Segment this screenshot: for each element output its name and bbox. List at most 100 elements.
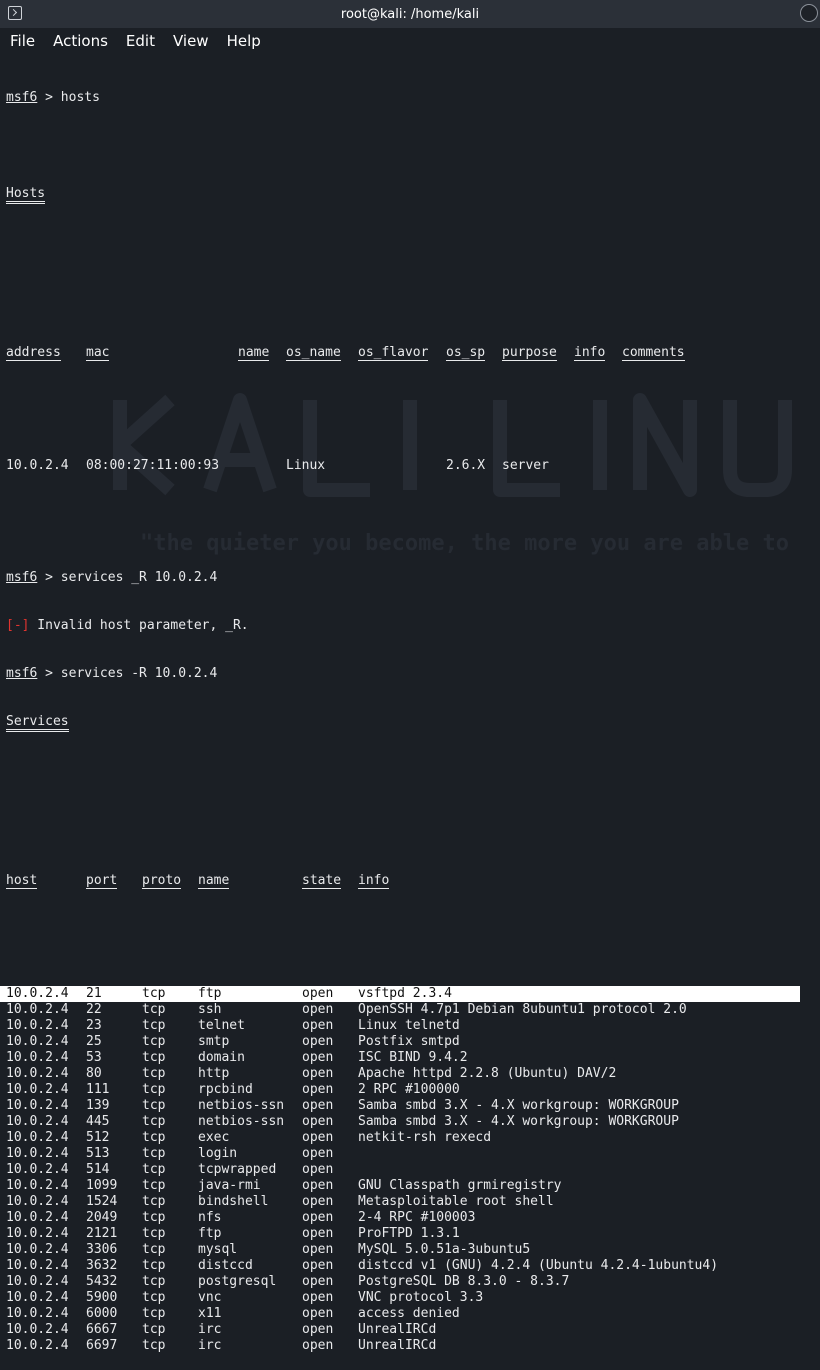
menu-view[interactable]: View	[163, 32, 217, 50]
table-cell: access denied	[358, 1306, 460, 1321]
table-cell: tcp	[142, 1322, 166, 1337]
table-cell: Linux telnetd	[358, 1018, 460, 1033]
section-title: Services	[6, 714, 820, 732]
table-cell: distccd	[198, 1258, 253, 1273]
table-cell: java-rmi	[198, 1178, 261, 1193]
table-cell: 1524	[86, 1194, 118, 1209]
table-cell: 5900	[86, 1290, 118, 1305]
table-row: 10.0.2.4 6667 tcp irc open UnrealIRCd	[6, 1322, 820, 1338]
column-header: proto	[142, 873, 182, 889]
table-cell: open	[302, 1146, 334, 1161]
services-table: 10.0.2.4 21 tcp ftp open vsftpd 2.3.4 10.0.2.4…	[0, 986, 820, 1354]
table-cell: 10.0.2.4	[6, 1018, 69, 1033]
table-cell: tcp	[142, 1290, 166, 1305]
table-cell: exec	[198, 1130, 230, 1145]
menu-bar: File Actions Edit View Help	[0, 28, 820, 54]
table-cell: telnet	[198, 1018, 245, 1033]
table-cell: 2 RPC #100000	[358, 1082, 460, 1097]
table-row: 10.0.2.4 2121 tcp ftp open ProFTPD 1.3.1	[6, 1226, 820, 1242]
table-cell: 10.0.2.4	[6, 1338, 69, 1353]
column-header: info	[574, 345, 606, 361]
column-header: purpose	[502, 345, 557, 361]
menu-file[interactable]: File	[0, 32, 43, 50]
table-cell: tcp	[142, 1226, 166, 1241]
table-row: 10.0.2.4 512 tcp exec open netkit-rsh rexecd	[6, 1130, 820, 1146]
table-cell: tcp	[142, 1114, 166, 1129]
table-cell: 10.0.2.4	[6, 1082, 69, 1097]
table-row: 10.0.2.4 25 tcp smtp open Postfix smtpd	[6, 1034, 820, 1050]
error-tag: [-]	[6, 618, 30, 633]
table-row: 10.0.2.4 6000 tcp x11 open access denied	[6, 1306, 820, 1322]
table-cell: 3306	[86, 1242, 118, 1257]
table-cell: tcp	[142, 1034, 166, 1049]
table-cell: 23	[86, 1018, 102, 1033]
error-line: [-] Invalid host parameter, _R.	[6, 618, 820, 634]
terminal-icon[interactable]	[8, 6, 22, 20]
table-cell: postgresql	[198, 1274, 277, 1289]
menu-actions[interactable]: Actions	[43, 32, 116, 50]
table-cell: open	[302, 1082, 334, 1097]
table-row: 10.0.2.4 22 tcp ssh open OpenSSH 4.7p1 Debian…	[6, 1002, 820, 1018]
table-cell: 10.0.2.4	[6, 1194, 69, 1209]
table-cell: ssh	[198, 1002, 222, 1017]
table-cell: 512	[86, 1130, 110, 1145]
command-text: > hosts	[37, 90, 100, 105]
table-cell: open	[302, 1290, 334, 1305]
table-cell: 10.0.2.4	[6, 1146, 69, 1161]
table-cell: open	[302, 1098, 334, 1113]
window-control-button[interactable]	[800, 4, 818, 22]
column-header: os_sp	[446, 345, 486, 361]
terminal-output[interactable]: msf6 > hosts Hosts address mac name os_n…	[0, 58, 820, 1370]
table-cell: tcp	[142, 1050, 166, 1065]
command-text: > services -R 10.0.2.4	[37, 666, 218, 681]
table-cell: UnrealIRCd	[358, 1338, 437, 1353]
table-cell: open	[302, 1322, 334, 1337]
table-cell: netbios-ssn	[198, 1114, 285, 1129]
table-row: 10.0.2.4 3306 tcp mysql open MySQL 5.0.51a-3u…	[6, 1242, 820, 1258]
command-line: msf6 > services -R 10.0.2.4	[6, 666, 820, 682]
column-header: address	[6, 345, 61, 361]
table-cell: 10.0.2.4	[6, 1258, 69, 1273]
column-header: os_flavor	[358, 345, 429, 361]
menu-help[interactable]: Help	[217, 32, 269, 50]
table-cell: bindshell	[198, 1194, 269, 1209]
table-cell: 6667	[86, 1322, 118, 1337]
table-row: 10.0.2.4 80 tcp http open Apache httpd 2.2.8 …	[6, 1066, 820, 1082]
services-header-row: host port proto name state info	[6, 874, 820, 890]
table-cell: 3632	[86, 1258, 118, 1273]
table-cell: tcp	[142, 1018, 166, 1033]
prompt: msf6	[6, 90, 38, 105]
table-cell: Samba smbd 3.X - 4.X workgroup: WORKGROU…	[358, 1098, 679, 1113]
table-cell: nfs	[198, 1210, 222, 1225]
table-cell: open	[302, 1338, 334, 1353]
table-cell: 2-4 RPC #100003	[358, 1210, 476, 1225]
table-cell: open	[302, 1226, 334, 1241]
table-cell: tcp	[142, 1242, 166, 1257]
error-message: Invalid host parameter, _R.	[29, 618, 249, 633]
table-cell: UnrealIRCd	[358, 1322, 437, 1337]
table-cell: tcp	[142, 1098, 166, 1113]
table-cell: open	[302, 1242, 334, 1257]
table-cell: domain	[198, 1050, 245, 1065]
table-cell: http	[198, 1066, 230, 1081]
table-cell: open	[302, 986, 334, 1001]
table-cell: tcp	[142, 1178, 166, 1193]
table-cell: tcp	[142, 1082, 166, 1097]
table-cell: mysql	[198, 1242, 238, 1257]
column-header: info	[358, 873, 390, 889]
table-cell: 5432	[86, 1274, 118, 1289]
menu-edit[interactable]: Edit	[116, 32, 163, 50]
table-cell: rpcbind	[198, 1082, 253, 1097]
table-cell: 2049	[86, 1210, 118, 1225]
table-cell: 1099	[86, 1178, 118, 1193]
table-cell: tcp	[142, 1306, 166, 1321]
table-cell: 10.0.2.4	[6, 1274, 69, 1289]
table-cell: open	[302, 1034, 334, 1049]
table-row: 10.0.2.4 5432 tcp postgresql open PostgreSQL …	[6, 1274, 820, 1290]
table-cell: tcp	[142, 1066, 166, 1081]
table-cell: open	[302, 1194, 334, 1209]
table-cell: open	[302, 1210, 334, 1225]
table-cell: open	[302, 1114, 334, 1129]
table-cell: login	[198, 1146, 238, 1161]
table-cell: tcp	[142, 1210, 166, 1225]
